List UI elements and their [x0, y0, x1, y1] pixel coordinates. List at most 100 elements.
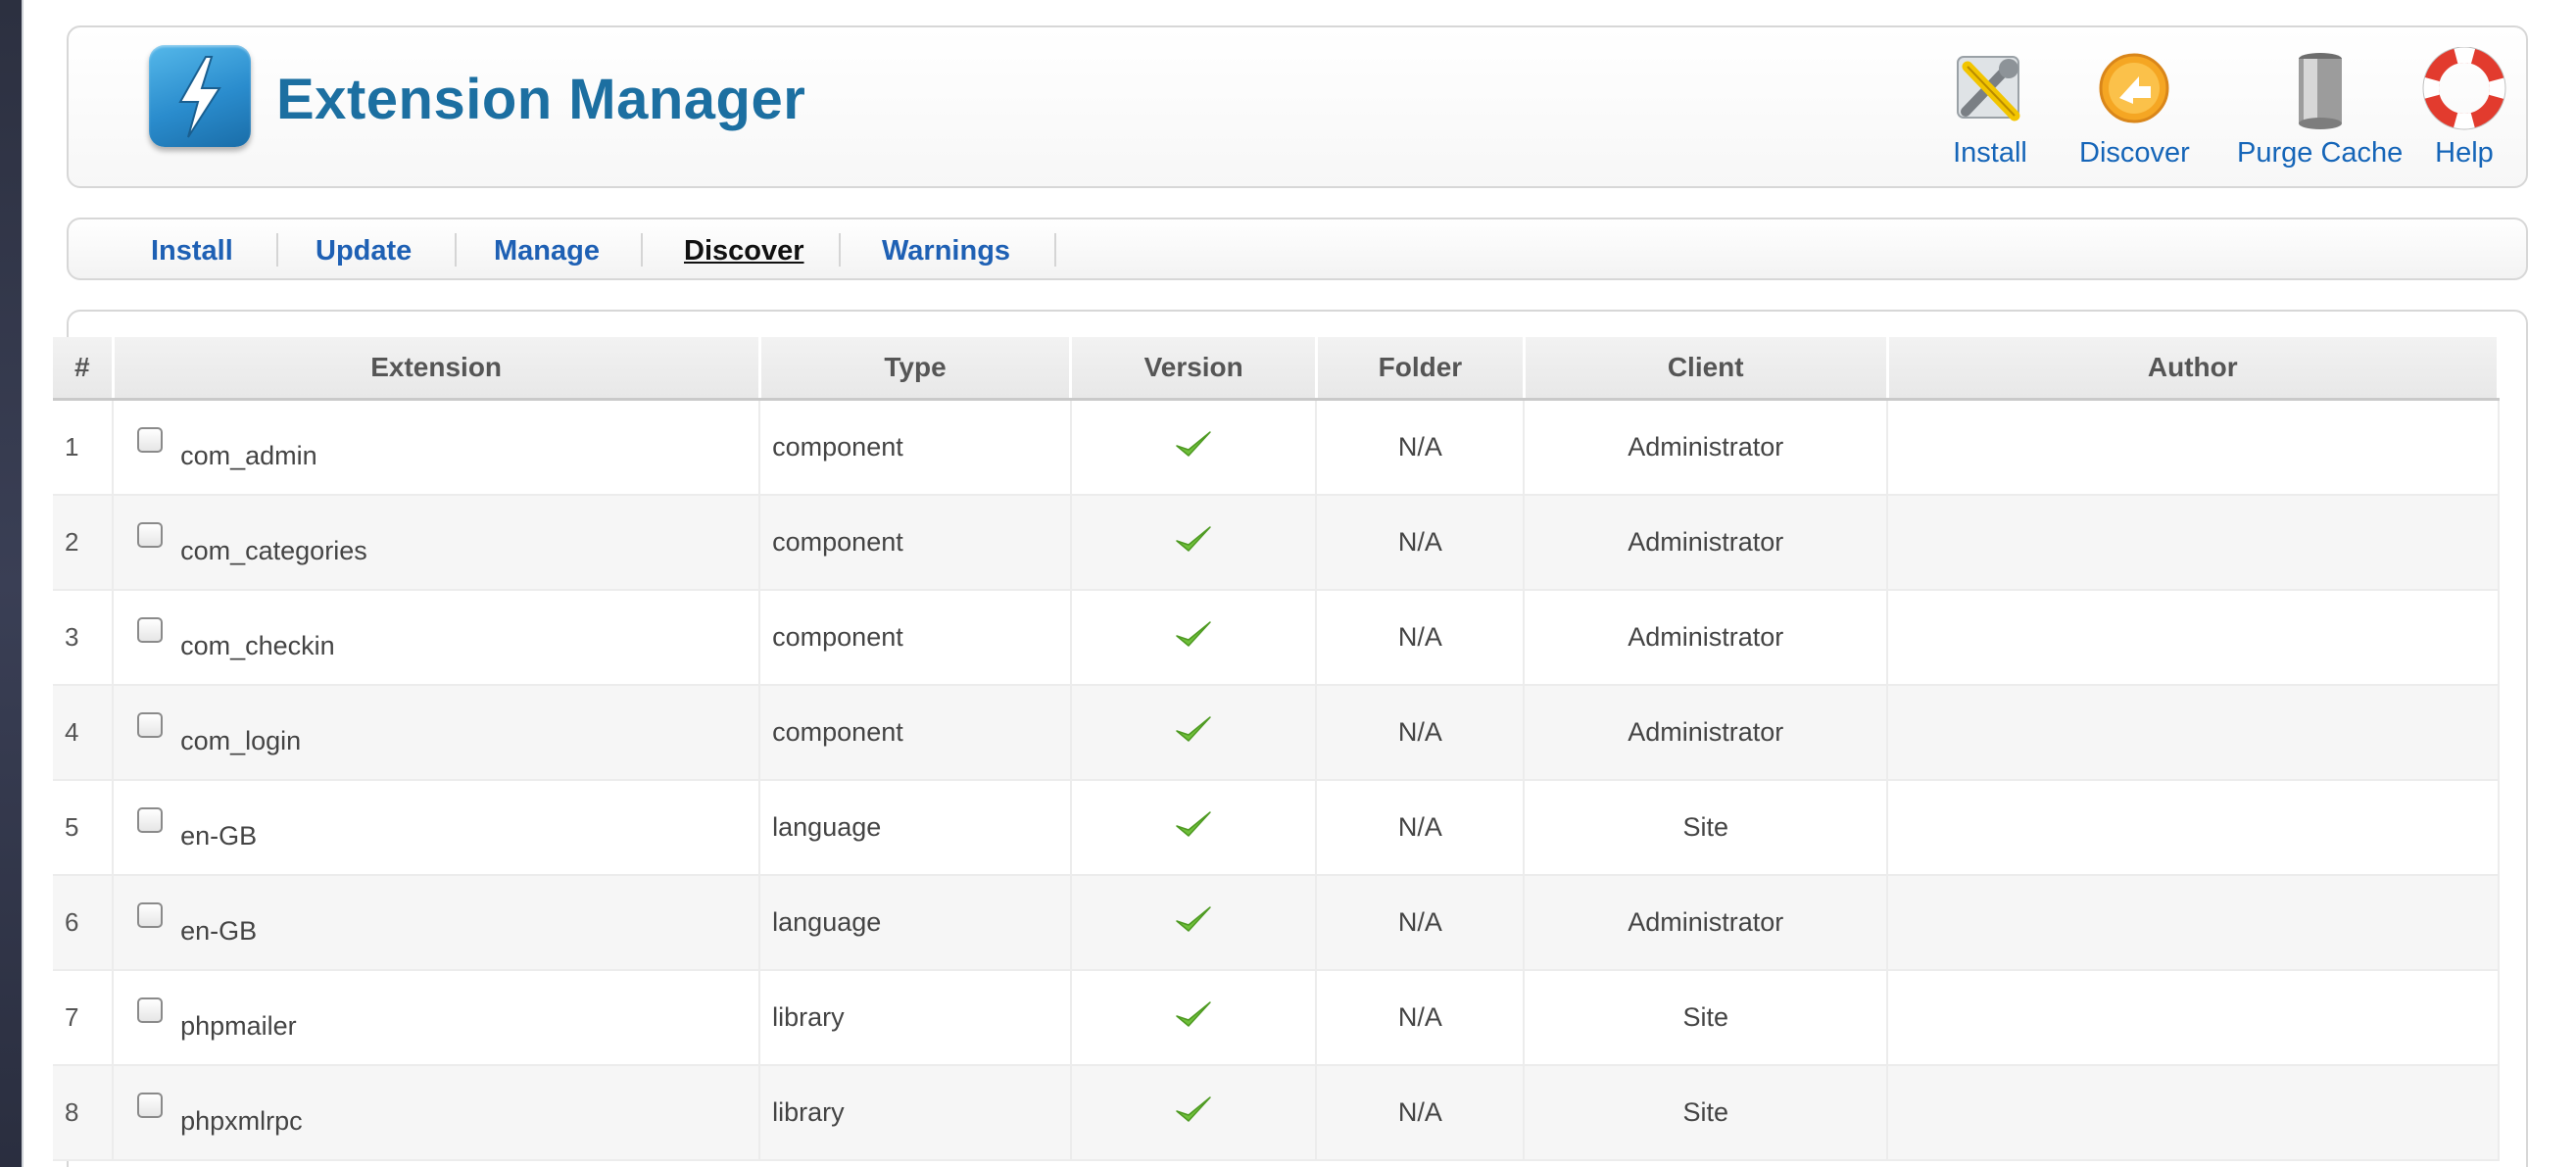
extension-type: component — [759, 685, 1072, 781]
toolbar-discover-label: Discover — [2079, 137, 2190, 169]
folder-cell: N/A — [1316, 1065, 1526, 1161]
table-header-row: # Extension Type Version Folder Client A… — [53, 337, 2501, 401]
check-icon — [1174, 526, 1213, 562]
column-header-client[interactable]: Client — [1524, 337, 1889, 401]
extension-name: phpmailer — [180, 1010, 297, 1041]
column-header-version[interactable]: Version — [1070, 337, 1318, 401]
version-cell — [1070, 1065, 1318, 1161]
column-header-folder[interactable]: Folder — [1316, 337, 1526, 401]
author-cell — [1887, 875, 2500, 971]
extension-type: component — [759, 399, 1072, 496]
extension-cell: com_categories — [113, 495, 761, 591]
check-icon — [1174, 716, 1213, 753]
extensions-table: # Extension Type Version Folder Client A… — [53, 337, 2501, 1161]
check-icon — [1174, 621, 1213, 657]
client-cell: Site — [1524, 1065, 1889, 1161]
extension-type: language — [759, 875, 1072, 971]
check-icon — [1174, 1096, 1213, 1133]
version-cell — [1070, 685, 1318, 781]
row-number: 1 — [53, 399, 115, 496]
extension-name: en-GB — [180, 820, 258, 851]
folder-cell: N/A — [1316, 590, 1526, 686]
toolbar-discover-button[interactable]: Discover — [2079, 47, 2190, 170]
row-checkbox[interactable] — [137, 712, 164, 739]
extension-cell: en-GB — [113, 780, 761, 876]
check-icon — [1174, 1001, 1213, 1038]
folder-cell: N/A — [1316, 495, 1526, 591]
version-cell — [1070, 780, 1318, 876]
check-icon — [1174, 811, 1213, 848]
toolbar-install-label: Install — [1953, 137, 2027, 169]
extension-cell: com_checkin — [113, 590, 761, 686]
table-row: 4 com_login component N/A Administrator — [53, 685, 2500, 781]
submenu-bar: Install Update Manage Discover Warnings — [67, 218, 2528, 280]
submenu-divider — [455, 233, 457, 267]
extension-type: component — [759, 590, 1072, 686]
author-cell — [1887, 685, 2500, 781]
extension-name: com_admin — [180, 440, 317, 470]
row-checkbox[interactable] — [137, 617, 164, 644]
submenu-divider — [839, 233, 841, 267]
submenu-discover[interactable]: Discover — [684, 235, 804, 267]
extension-cell: com_admin — [113, 399, 761, 496]
submenu-divider — [641, 233, 643, 267]
toolbar-purge-cache-button[interactable]: Purge Cache — [2237, 47, 2403, 170]
window-edge — [0, 0, 22, 1167]
column-header-author[interactable]: Author — [1887, 337, 2501, 401]
extension-cell: phpxmlrpc — [113, 1065, 761, 1161]
row-number: 4 — [53, 685, 115, 781]
folder-cell: N/A — [1316, 875, 1526, 971]
extension-cell: phpmailer — [113, 970, 761, 1066]
row-checkbox[interactable] — [137, 427, 164, 454]
extension-type: library — [759, 970, 1072, 1066]
client-cell: Site — [1524, 780, 1889, 876]
header-box: Extension Manager Install Discover Purge… — [67, 25, 2528, 188]
version-cell — [1070, 399, 1318, 496]
install-tools-icon — [1946, 47, 2034, 135]
row-checkbox[interactable] — [137, 902, 164, 929]
table-row: 7 phpmailer library N/A Site — [53, 970, 2500, 1066]
extension-type: library — [759, 1065, 1072, 1161]
extension-name: com_login — [180, 725, 302, 755]
folder-cell: N/A — [1316, 685, 1526, 781]
submenu-manage[interactable]: Manage — [494, 235, 600, 267]
extension-name: phpxmlrpc — [180, 1105, 303, 1136]
submenu-update[interactable]: Update — [316, 235, 412, 267]
folder-cell: N/A — [1316, 780, 1526, 876]
author-cell — [1887, 495, 2500, 591]
extension-name: com_categories — [180, 535, 367, 565]
submenu-install[interactable]: Install — [151, 235, 233, 267]
extension-cell: com_login — [113, 685, 761, 781]
row-checkbox[interactable] — [137, 807, 164, 834]
extension-cell: en-GB — [113, 875, 761, 971]
row-checkbox[interactable] — [137, 1093, 164, 1119]
row-number: 6 — [53, 875, 115, 971]
check-icon — [1174, 431, 1213, 467]
version-cell — [1070, 495, 1318, 591]
row-checkbox[interactable] — [137, 522, 164, 549]
author-cell — [1887, 970, 2500, 1066]
column-header-extension[interactable]: Extension — [113, 337, 761, 401]
client-cell: Administrator — [1524, 590, 1889, 686]
submenu-warnings[interactable]: Warnings — [882, 235, 1010, 267]
toolbar-purge-cache-label: Purge Cache — [2237, 137, 2404, 169]
submenu-divider — [276, 233, 278, 267]
column-header-number[interactable]: # — [53, 337, 115, 401]
table-row: 6 en-GB language N/A Administrator — [53, 875, 2500, 971]
client-cell: Administrator — [1524, 875, 1889, 971]
extension-name: en-GB — [180, 915, 258, 946]
toolbar-help-button[interactable]: Help — [2420, 46, 2508, 170]
author-cell — [1887, 399, 2500, 496]
row-checkbox[interactable] — [137, 997, 164, 1024]
row-number: 8 — [53, 1065, 115, 1161]
table-row: 5 en-GB language N/A Site — [53, 780, 2500, 876]
folder-cell: N/A — [1316, 970, 1526, 1066]
toolbar-install-button[interactable]: Install — [1946, 47, 2034, 170]
table-body: 1 com_admin component N/A Administrator 2 com_… — [53, 399, 2500, 1161]
check-icon — [1174, 906, 1213, 943]
extension-type: language — [759, 780, 1072, 876]
table-row: 8 phpxmlrpc library N/A Site — [53, 1065, 2500, 1161]
trash-can-icon — [2276, 47, 2364, 135]
column-header-type[interactable]: Type — [759, 337, 1073, 401]
discover-arrow-icon — [2090, 47, 2178, 135]
